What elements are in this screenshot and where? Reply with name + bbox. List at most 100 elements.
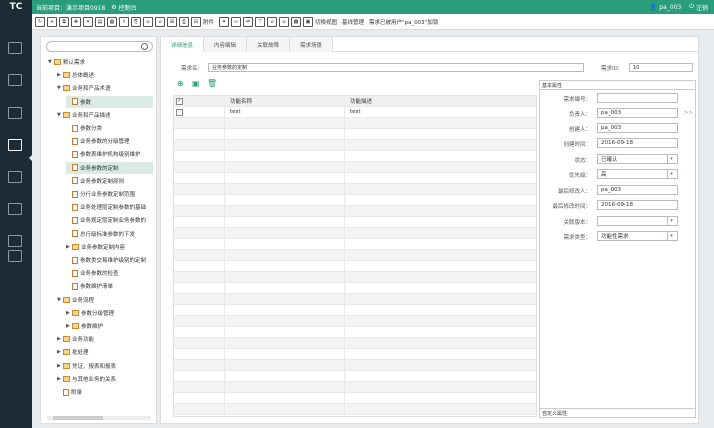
review-icon[interactable]: ⎘ bbox=[131, 16, 141, 27]
delete-icon[interactable]: ✕ bbox=[83, 16, 93, 27]
sidebar-defect-icon[interactable] bbox=[8, 235, 22, 247]
chevron-down-icon[interactable]: ▾ bbox=[667, 155, 675, 163]
tree-node[interactable]: ▶ 与其他业务的关系 bbox=[57, 373, 153, 385]
tree-node[interactable]: ▼ 业务和产品描述 bbox=[57, 109, 153, 121]
tree-node[interactable]: ▶ 业务功能 bbox=[57, 333, 153, 345]
lock2-icon[interactable]: ⌂ bbox=[267, 16, 278, 27]
row-desc-cell: test bbox=[350, 109, 361, 115]
tree-node[interactable]: 参数 bbox=[66, 95, 153, 108]
unlock2-icon[interactable]: ⌂ bbox=[279, 16, 290, 27]
current-project[interactable]: 当前项目：演示项目0918 bbox=[36, 3, 105, 12]
power-icon[interactable]: ⏻ bbox=[689, 3, 694, 11]
tree-node[interactable]: 业务参数的分级管理 bbox=[66, 135, 153, 147]
tree-node[interactable]: 参数类交易维护级别的定制 bbox=[66, 254, 153, 266]
export-icon[interactable]: ▦ bbox=[107, 16, 117, 27]
tree-node[interactable]: ▼ 业务和产品术语 bbox=[57, 82, 153, 94]
prop-input[interactable]: pa_003 bbox=[597, 185, 678, 195]
view-icon[interactable]: ▣ bbox=[303, 16, 314, 27]
move-icon[interactable]: ✥ bbox=[71, 16, 81, 27]
tree-node[interactable]: 业务参数的检查 bbox=[66, 267, 153, 279]
chevron-down-icon[interactable]: ▾ bbox=[667, 170, 675, 178]
tree-node[interactable]: ▶ 批处理 bbox=[57, 346, 153, 358]
search-icon[interactable] bbox=[141, 43, 148, 50]
tree-node[interactable]: 业务处理层定制参数的基础 bbox=[66, 201, 153, 213]
sidebar-chart-icon[interactable] bbox=[8, 74, 22, 86]
user-name[interactable]: pa_003 bbox=[659, 4, 681, 11]
tree-node[interactable]: 附录 bbox=[57, 386, 153, 398]
name-field[interactable]: 业务参数的定制 bbox=[208, 63, 584, 72]
print-icon[interactable]: ⎙ bbox=[179, 16, 189, 27]
link-icon[interactable]: ∞ bbox=[231, 16, 242, 27]
save-row-icon[interactable]: ▣ bbox=[192, 79, 200, 88]
row-checkbox[interactable] bbox=[176, 108, 183, 116]
sidebar-doc-icon[interactable] bbox=[8, 107, 22, 119]
console-link[interactable]: 控制台 bbox=[119, 3, 137, 12]
delete-row-icon[interactable]: 🗑 bbox=[207, 79, 217, 88]
grid-icon[interactable]: ▩ bbox=[291, 16, 302, 27]
tree-node[interactable]: 业务规定层定制业务参数的 bbox=[66, 214, 153, 226]
prop-input[interactable] bbox=[597, 93, 678, 103]
add-icon[interactable]: + bbox=[47, 16, 57, 27]
add-row-icon[interactable]: ⊕ bbox=[177, 79, 184, 88]
sidebar-requirement-icon[interactable] bbox=[8, 139, 22, 151]
id-field[interactable]: 10 bbox=[629, 63, 693, 72]
sidebar-user-icon[interactable] bbox=[8, 42, 22, 54]
assign-more-button[interactable]: >> bbox=[684, 110, 693, 116]
chevron-down-icon[interactable]: ▾ bbox=[667, 232, 675, 240]
tree-horizontal-scrollbar[interactable] bbox=[47, 416, 151, 420]
tag-icon[interactable]: ⌗ bbox=[219, 16, 230, 27]
prop-input[interactable]: 2016-09-18 bbox=[597, 200, 678, 210]
trace-icon[interactable]: ⇌ bbox=[243, 16, 254, 27]
sidebar-case-icon[interactable] bbox=[8, 171, 22, 183]
tree-node[interactable]: 业务参数定制原则 bbox=[66, 175, 153, 187]
logout-link[interactable]: 注销 bbox=[696, 3, 708, 12]
tab-scenarios[interactable]: 需求场景 bbox=[290, 37, 334, 52]
tab-details[interactable]: 详细信息 bbox=[161, 37, 205, 52]
import-icon[interactable]: ▤ bbox=[95, 16, 105, 27]
empty-grid-row bbox=[174, 371, 536, 382]
history-icon[interactable]: ⊞ bbox=[167, 16, 177, 27]
attachment-label[interactable]: 附件 bbox=[203, 18, 214, 26]
tree-node[interactable]: 分行业务参数定制范围 bbox=[66, 188, 153, 200]
console-icon[interactable]: ⚙ bbox=[111, 4, 116, 11]
tree-icon[interactable]: ⊤ bbox=[255, 16, 266, 27]
prop-input[interactable]: pa_003 bbox=[597, 108, 678, 118]
tree-node[interactable]: 参数维护清单 bbox=[66, 280, 153, 292]
tree-node[interactable]: 参数分类 bbox=[66, 122, 153, 134]
tree-node[interactable]: ▶ 参数分级管理 bbox=[66, 307, 153, 319]
prop-select[interactable]: ▾ bbox=[597, 216, 678, 226]
prop-input[interactable]: pa_003 bbox=[597, 123, 678, 133]
tab-related-defects[interactable]: 关联故障 bbox=[247, 37, 291, 52]
tree-node[interactable]: ▶ 参数维护 bbox=[66, 320, 153, 332]
tree-node[interactable]: 参数表维护机构级别维护 bbox=[66, 148, 153, 160]
lock-icon[interactable]: ⌂ bbox=[143, 16, 153, 27]
tab-content-edit[interactable]: 内容编辑 bbox=[204, 37, 248, 52]
tree-node[interactable]: ▶ 业务参数定制内容 bbox=[66, 241, 153, 253]
tree-node[interactable]: ▶ 总体概述 bbox=[57, 69, 153, 81]
sidebar-report-icon[interactable] bbox=[8, 250, 22, 262]
prop-select[interactable]: 功能性需求 ▾ bbox=[597, 231, 678, 241]
prop-select[interactable]: 高 ▾ bbox=[597, 169, 678, 179]
tree-search-input[interactable] bbox=[46, 41, 153, 52]
sidebar-run-icon[interactable] bbox=[8, 203, 22, 215]
prop-input[interactable]: 2016-09-18 bbox=[597, 138, 678, 148]
baseline-mgmt-label[interactable]: 基线管理 bbox=[342, 18, 364, 26]
tree-node[interactable]: ▼ 默认需求 bbox=[48, 56, 153, 68]
tree-node[interactable]: 业务参数的定制 bbox=[66, 161, 153, 174]
prop-select[interactable]: 已確认 ▾ bbox=[597, 154, 678, 164]
chevron-down-icon[interactable]: ▾ bbox=[667, 217, 675, 225]
properties-panel: 基本属性 需求编号： 负责人： pa_003 >> 创建人： pa_003 创建时间： 201… bbox=[539, 80, 696, 418]
tree-node[interactable]: 总行级标准参数的下发 bbox=[66, 228, 153, 240]
attachment-icon[interactable]: ⊟ bbox=[191, 16, 201, 27]
refresh-icon[interactable]: ↻ bbox=[35, 16, 45, 27]
tree-node[interactable]: ▶ 凭证、报表和报表 bbox=[57, 360, 153, 372]
copy-icon[interactable]: ⧉ bbox=[59, 16, 69, 27]
table-row[interactable]: test test bbox=[174, 107, 536, 118]
custom-props-header[interactable]: 自定义属性 bbox=[540, 408, 695, 417]
tree-node-label: 凭证、报表和报表 bbox=[72, 363, 117, 370]
select-all-checkbox[interactable]: ✓ bbox=[176, 97, 183, 105]
switch-view-label[interactable]: 切换视图 bbox=[315, 18, 337, 26]
upload-icon[interactable]: ⇧ bbox=[119, 16, 129, 27]
tree-node[interactable]: ▼ 业务流程 bbox=[57, 294, 153, 306]
unlock-icon[interactable]: ⌂ bbox=[155, 16, 165, 27]
